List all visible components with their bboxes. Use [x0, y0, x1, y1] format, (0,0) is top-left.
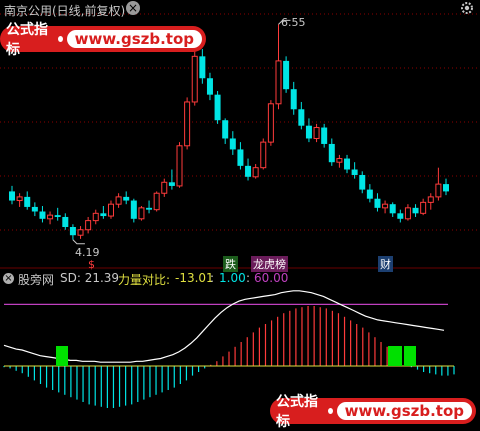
candle-body	[77, 229, 84, 236]
indicator-v2: 60.00	[254, 271, 289, 285]
candle-body	[161, 181, 168, 194]
candle-body	[168, 182, 175, 186]
indicator-close-icon[interactable]: ×	[3, 273, 14, 284]
candle-body	[359, 174, 366, 190]
candle-body	[321, 127, 328, 144]
indicator-name[interactable]: 股旁网	[18, 271, 54, 288]
candle-body	[69, 227, 76, 236]
candle-body	[206, 78, 213, 95]
badge-label: 公式指标	[276, 394, 318, 430]
green-block	[404, 346, 416, 366]
candle-body	[374, 198, 381, 208]
candle-body	[62, 216, 69, 228]
green-block	[388, 346, 402, 366]
candle-body	[313, 127, 320, 139]
candle-body	[9, 191, 15, 201]
candle-body	[229, 138, 236, 150]
indicator-v1: 1.00	[219, 271, 246, 285]
candle-body	[267, 103, 274, 143]
candle-body	[54, 215, 61, 217]
candlestick-series[interactable]	[9, 19, 449, 245]
badge-dot-icon	[327, 408, 333, 414]
candle-body	[344, 158, 351, 170]
candle-body	[16, 196, 23, 202]
event-tag-dragon-tiger[interactable]: 龙虎榜	[251, 256, 288, 272]
candle-body	[397, 213, 404, 219]
candle-body	[123, 196, 130, 201]
candle-body	[100, 213, 107, 217]
candle-body	[115, 196, 122, 205]
candle-body	[85, 220, 92, 231]
candle-body	[328, 143, 335, 163]
candle-body	[130, 200, 137, 219]
candle-body	[305, 125, 312, 139]
indicator-ratio-label: 力量对比:	[118, 273, 171, 287]
candle-body	[389, 204, 396, 214]
indicator-ratio-value: -13.01	[175, 271, 214, 285]
candle-body	[420, 201, 427, 214]
candle-body	[222, 120, 229, 139]
event-tag-drop[interactable]: 跌	[223, 256, 238, 272]
candle-body	[443, 184, 449, 192]
event-tag-finance[interactable]: 财	[378, 256, 393, 272]
candle-body	[298, 109, 305, 126]
candle-body	[290, 89, 297, 110]
candle-body	[138, 207, 145, 220]
candle-body	[336, 158, 343, 163]
candle-body	[435, 183, 442, 198]
candle-body	[191, 55, 198, 103]
candle-body	[199, 56, 206, 79]
green-block	[56, 346, 68, 366]
candle-body	[252, 167, 259, 178]
candle-body	[366, 189, 373, 199]
candle-body	[245, 165, 252, 177]
candle-body	[260, 141, 267, 169]
watermark-badge-bottom: 公式指标 www.gszb.top	[270, 394, 476, 430]
badge-url: www.gszb.top	[66, 30, 202, 48]
badge-label: 公式指标	[6, 22, 48, 58]
candle-body	[47, 214, 54, 220]
candle-body	[176, 145, 183, 187]
high-price-label: 6.55	[281, 16, 306, 29]
candle-body	[107, 203, 114, 217]
candle-body	[275, 60, 282, 105]
badge-url: www.gszb.top	[336, 402, 472, 420]
watermark-badge-top: 公式指标 www.gszb.top	[0, 22, 206, 58]
candle-body	[39, 211, 46, 219]
badge-dot-icon	[57, 36, 63, 42]
candle-body	[412, 207, 419, 214]
candle-body	[382, 203, 389, 209]
gear-icon[interactable]	[459, 0, 475, 16]
close-icon[interactable]: ×	[126, 1, 140, 15]
event-tag-dollar[interactable]: $	[86, 258, 97, 271]
candle-body	[351, 169, 358, 175]
indicator-sep: :	[210, 271, 215, 285]
candle-body	[237, 149, 244, 166]
chart-canvas[interactable]	[0, 0, 480, 428]
candle-body	[184, 101, 191, 147]
candle-body	[24, 196, 31, 207]
low-leader	[72, 239, 85, 245]
candle-body	[404, 207, 411, 220]
candle-body	[146, 207, 153, 210]
indicator-sep2: :	[246, 271, 251, 285]
candle-body	[31, 206, 38, 212]
candle-body	[427, 196, 434, 203]
indicator-line	[3, 290, 445, 363]
candle-body	[214, 94, 221, 121]
chart-title: 南京公用(日线,前复权)	[4, 4, 126, 18]
candle-body	[283, 60, 290, 90]
indicator-sd: SD: 21.39	[60, 271, 120, 285]
candle-body	[153, 192, 160, 211]
candle-body	[92, 212, 99, 222]
indicator-panel[interactable]	[3, 290, 455, 408]
